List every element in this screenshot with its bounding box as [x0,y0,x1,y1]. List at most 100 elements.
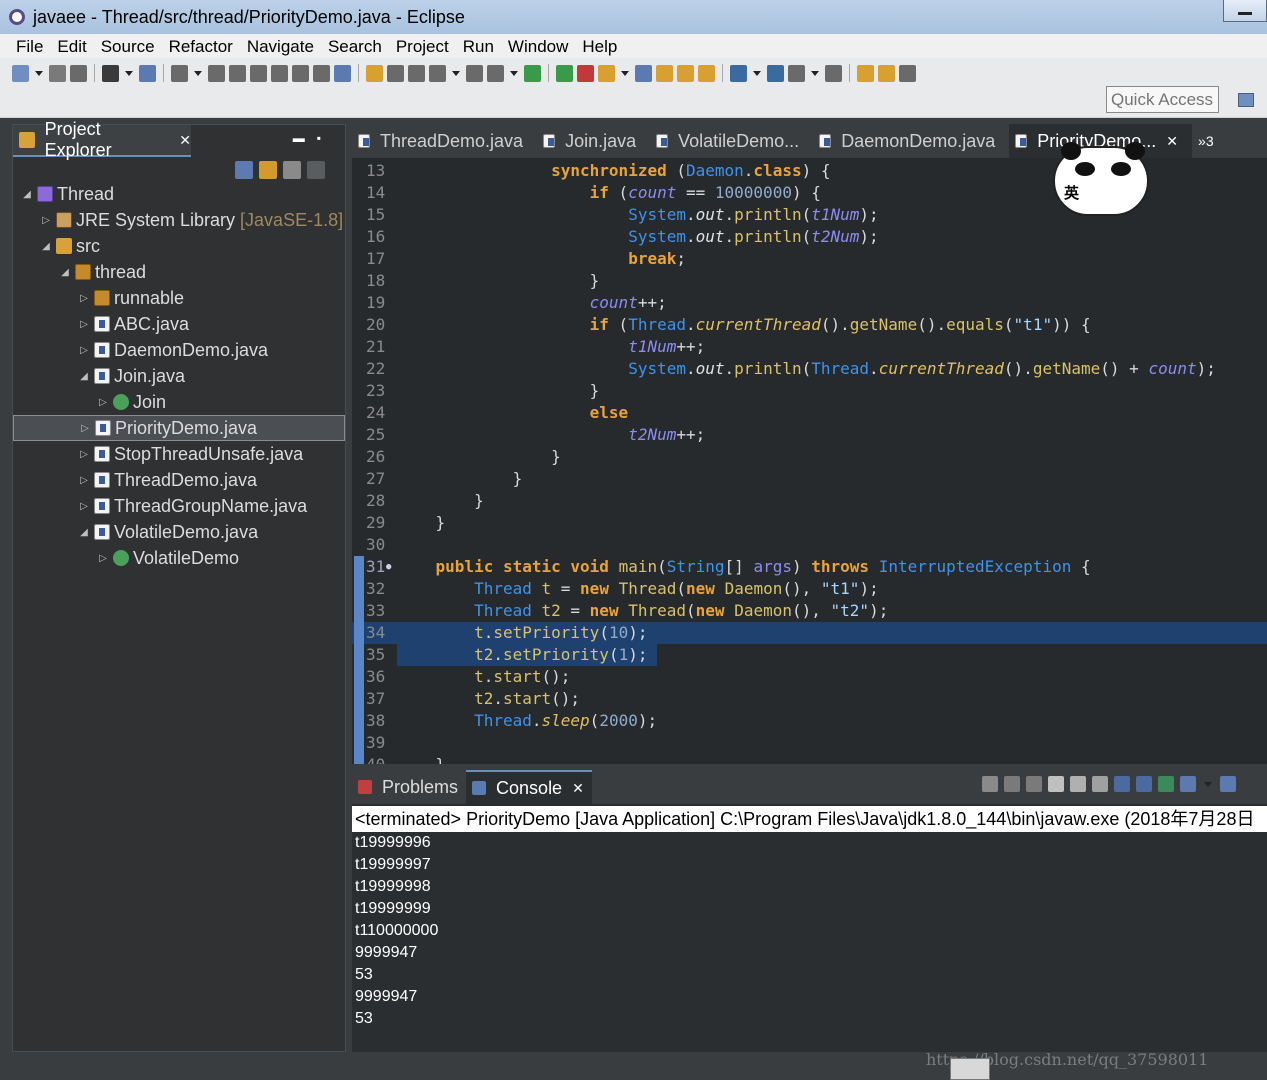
clear-console-icon[interactable] [1048,776,1064,792]
menu-item[interactable]: File [9,34,50,58]
collapse-all-icon[interactable] [235,161,253,179]
annotation-icon[interactable] [429,64,446,82]
code-line[interactable]: 17 break; [352,248,1267,270]
menu-item[interactable]: Source [94,34,162,58]
tab-problems[interactable]: Problems [352,770,466,804]
coverage-icon[interactable] [577,64,594,82]
globe-icon[interactable] [730,64,747,82]
tree-item[interactable]: ◢ Join.java [13,363,345,389]
code-line[interactable]: 37 t2.start(); [352,688,1267,710]
word-wrap-icon[interactable] [1092,776,1108,792]
chevron-down-icon[interactable] [194,70,202,76]
run-last-icon[interactable] [556,64,573,82]
close-icon[interactable]: ✕ [572,780,584,797]
terminate-icon[interactable] [250,64,267,82]
scroll-lock-icon[interactable] [1070,776,1086,792]
skip-breakpoints-icon[interactable] [171,64,188,82]
minimize-maximize-icons[interactable]: ▬▪ [293,131,333,145]
expanded-twisty-icon[interactable]: ◢ [78,371,90,382]
code-line[interactable]: 39 [352,732,1267,754]
new-package-icon[interactable] [635,64,652,82]
collapsed-twisty-icon[interactable]: ▷ [78,293,90,304]
disconnect-icon[interactable] [271,64,288,82]
pencil-icon[interactable] [698,64,715,82]
menu-item[interactable]: Run [456,34,501,58]
debug-icon[interactable] [102,64,119,82]
expanded-twisty-icon[interactable]: ◢ [59,267,71,278]
new-project-icon[interactable] [598,64,615,82]
filter-icon[interactable] [283,161,301,179]
new-class-icon[interactable] [656,64,673,82]
chevron-down-icon[interactable] [452,70,460,76]
collapsed-twisty-icon[interactable]: ▷ [78,475,90,486]
tree-item[interactable]: ▷ StopThreadUnsafe.java [13,441,345,467]
editor-tab[interactable]: Join.java [537,124,650,158]
new-icon[interactable] [12,64,29,82]
menu-item[interactable]: Help [575,34,624,58]
tree-item[interactable]: ◢ thread [13,259,345,285]
chevron-down-icon[interactable] [753,70,761,76]
more-tabs-indicator[interactable]: »3 [1198,133,1214,149]
menu-item[interactable]: Window [501,34,575,58]
code-line[interactable]: 18 } [352,270,1267,292]
chevron-down-icon[interactable] [1204,781,1212,787]
close-icon[interactable]: ✕ [179,132,191,149]
open-perspective-icon[interactable] [1238,93,1254,107]
terminate-icon[interactable] [982,776,998,792]
code-line[interactable]: 20 if (Thread.currentThread().getName().… [352,314,1267,336]
chevron-down-icon[interactable] [510,70,518,76]
back-icon[interactable] [825,64,842,82]
close-icon[interactable]: ✕ [1166,133,1178,150]
code-line[interactable]: 16 System.out.println(t2Num); [352,226,1267,248]
view-menu-icon[interactable] [307,161,325,179]
code-line[interactable]: 26 } [352,446,1267,468]
tree-item[interactable]: ▷ ThreadDemo.java [13,467,345,493]
code-line[interactable]: 34 t.setPriority(10); [352,622,1267,644]
forward-icon[interactable] [857,64,874,82]
collapsed-twisty-icon[interactable]: ▷ [78,345,90,356]
collapsed-twisty-icon[interactable]: ▷ [40,215,52,226]
external-tools-icon[interactable] [139,64,156,82]
open-console-icon[interactable] [1220,776,1236,792]
code-line[interactable]: 33 Thread t2 = new Thread(new Daemon(), … [352,600,1267,622]
menu-item[interactable]: Refactor [162,34,240,58]
chevron-down-icon[interactable] [125,70,133,76]
run-icon[interactable] [524,64,541,82]
save-icon[interactable] [49,64,66,82]
pin-console-icon[interactable] [1158,776,1174,792]
menu-item[interactable]: Navigate [240,34,321,58]
tree-item[interactable]: ▷ VolatileDemo [13,545,345,571]
code-line[interactable]: 28 } [352,490,1267,512]
chevron-down-icon[interactable] [35,70,43,76]
collapsed-twisty-icon[interactable]: ▷ [79,423,91,434]
show-on-error-icon[interactable] [1136,776,1152,792]
web-icon[interactable] [767,64,784,82]
search-icon[interactable] [466,64,483,82]
editor-tab[interactable]: DaemonDemo.java [813,124,1009,158]
save-all-icon[interactable] [70,64,87,82]
suspend-icon[interactable] [229,64,246,82]
link-with-editor-icon[interactable] [259,161,277,179]
collapsed-twisty-icon[interactable]: ▷ [97,397,109,408]
code-line[interactable]: 22 System.out.println(Thread.currentThre… [352,358,1267,380]
code-line[interactable]: 36 t.start(); [352,666,1267,688]
code-line[interactable]: 40 } [352,754,1267,764]
tree-item[interactable]: ▷ ThreadGroupName.java [13,493,345,519]
tree-item[interactable]: ▷ runnable [13,285,345,311]
tree-item[interactable]: ▷ ABC.java [13,311,345,337]
remove-launch-icon[interactable] [1004,776,1020,792]
step-into-icon[interactable] [292,64,309,82]
tree-item[interactable]: ◢ Thread [13,181,345,207]
resume-icon[interactable] [208,64,225,82]
code-line[interactable]: 30 [352,534,1267,556]
tree-item[interactable]: ▷ PriorityDemo.java [13,415,345,441]
display-console-icon[interactable] [1180,776,1196,792]
code-area[interactable]: 13 synchronized (Daemon.class) {14 if (c… [352,160,1267,764]
code-line[interactable]: 23 } [352,380,1267,402]
minimize-button[interactable] [1223,0,1267,22]
use-step-filters-icon[interactable] [387,64,404,82]
menu-item[interactable]: Search [321,34,389,58]
tab-project-explorer[interactable]: Project Explorer ✕ [13,119,191,160]
drop-to-frame-icon[interactable] [366,64,383,82]
tree-item[interactable]: ▷ DaemonDemo.java [13,337,345,363]
